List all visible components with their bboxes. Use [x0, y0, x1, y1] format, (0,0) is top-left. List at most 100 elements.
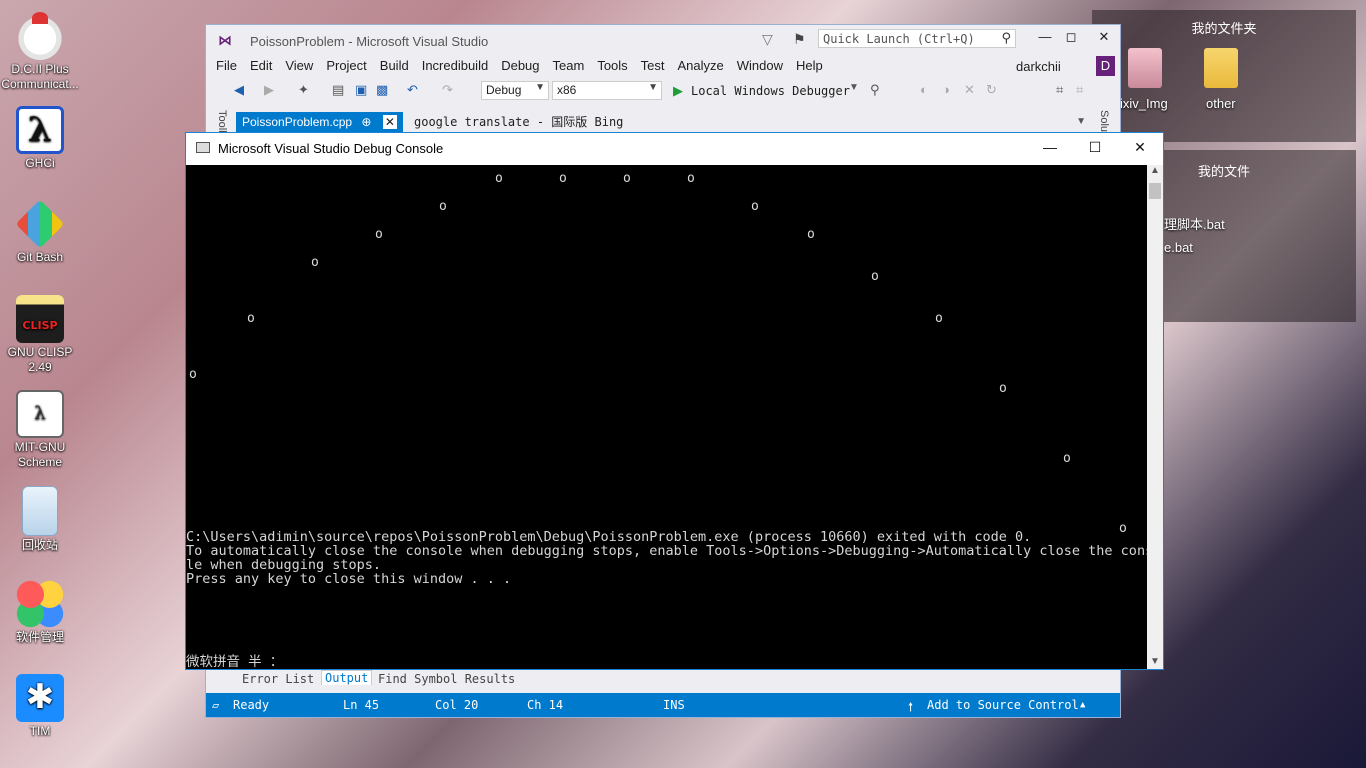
menu-team[interactable]: Team	[553, 58, 585, 73]
save-icon[interactable]: ▣	[355, 82, 367, 98]
status-ready: Ready	[233, 698, 270, 712]
menu-test[interactable]: Test	[641, 58, 665, 73]
folder-label: other	[1206, 96, 1236, 111]
console-plot-point: o	[1063, 451, 1071, 466]
menu-debug[interactable]: Debug	[501, 58, 539, 73]
tab-output[interactable]: Output	[321, 670, 373, 685]
console-plot-point: o	[189, 367, 197, 382]
add-to-source-control-button[interactable]: Add to Source Control	[927, 698, 1079, 712]
menu-help[interactable]: Help	[796, 58, 823, 73]
debug-console-window: Microsoft Visual Studio Debug Console — …	[185, 132, 1164, 670]
step-forward-icon[interactable]: ◑	[942, 82, 950, 97]
vs-window-title: PoissonProblem - Microsoft Visual Studio	[250, 34, 489, 49]
desktop-icon-git-bash[interactable]: Git Bash	[0, 199, 80, 265]
search-icon: ⚲	[1001, 30, 1011, 45]
menu-build[interactable]: Build	[380, 58, 409, 73]
close-icon[interactable]: ✕	[382, 115, 397, 129]
desktop-icon-ghci[interactable]: λ GHCi	[0, 106, 80, 171]
tab-find-symbol-results[interactable]: Find Symbol Results	[378, 672, 515, 686]
scroll-down-icon[interactable]: ▼	[1150, 656, 1160, 667]
account-avatar[interactable]: D	[1096, 56, 1115, 76]
console-output[interactable]: C:\Users\adimin\source\repos\PoissonProb…	[186, 165, 1147, 669]
start-debugging-button[interactable]: Local Windows Debugger	[691, 84, 850, 98]
desktop-icon-label: MIT-GNU Scheme	[14, 440, 66, 469]
menu-window[interactable]: Window	[737, 58, 783, 73]
platform-select[interactable]: x86 ▼	[552, 81, 662, 100]
maximize-button[interactable]: ◻	[1059, 29, 1083, 45]
notification-filter-icon[interactable]: ▽	[762, 31, 773, 48]
console-window-title: Microsoft Visual Studio Debug Console	[218, 141, 444, 156]
menu-edit[interactable]: Edit	[250, 58, 272, 73]
menu-file[interactable]: File	[216, 58, 237, 73]
image-folder-icon[interactable]	[1128, 48, 1162, 88]
console-plot-point: o	[247, 311, 255, 326]
quick-launch-placeholder: Quick Launch (Ctrl+Q)	[823, 32, 975, 46]
quick-launch-input[interactable]: Quick Launch (Ctrl+Q) ⚲	[818, 29, 1016, 48]
desktop-icon-dc[interactable]: D.C.II Plus Communicat...	[0, 12, 80, 92]
scrollbar-thumb[interactable]	[1149, 183, 1161, 199]
status-bar: ▱ Ready Ln 45 Col 20 Ch 14 INS 🠕 Add to …	[206, 693, 1120, 717]
console-plot-point: o	[311, 255, 319, 270]
console-plot-point: o	[807, 227, 815, 242]
desktop-icon-label: D.C.II Plus Communicat...	[1, 62, 79, 91]
minimize-button[interactable]: —	[1035, 139, 1065, 155]
menu-project[interactable]: Project	[326, 58, 366, 73]
chevron-down-icon: ▼	[648, 82, 658, 93]
desktop-icon-clisp[interactable]: GNU CLISP 2.49	[0, 295, 80, 375]
console-plot-point: o	[935, 311, 943, 326]
uncomment-icon[interactable]: ⌗	[1076, 82, 1083, 98]
restart-icon[interactable]: ↻	[986, 82, 997, 98]
desktop-icon-software-manager[interactable]: 软件管理	[0, 580, 80, 645]
console-scrollbar[interactable]: ▲ ▼	[1147, 165, 1163, 669]
status-insert-mode: INS	[663, 698, 685, 712]
status-char: Ch 14	[527, 698, 564, 712]
pin-icon[interactable]: ⊕	[361, 115, 371, 129]
stop-icon[interactable]: ✕	[964, 82, 975, 98]
desktop-icon-recycle-bin[interactable]: 回收站	[0, 486, 80, 553]
vs-title-bar[interactable]: ⋈ PoissonProblem - Microsoft Visual Stud…	[206, 25, 1120, 55]
desktop-icon-mit-scheme[interactable]: λ MIT-GNU Scheme	[0, 390, 80, 470]
tab-poissonproblem-cpp[interactable]: PoissonProblem.cpp ⊕ ✕	[236, 112, 403, 132]
browse-icon[interactable]: ⚲	[870, 82, 880, 98]
platform-value: x86	[557, 83, 577, 97]
console-plot-point: o	[999, 381, 1007, 396]
folder-label: ixiv_Img	[1120, 96, 1168, 111]
close-button[interactable]: ✕	[1125, 139, 1155, 156]
menu-tools[interactable]: Tools	[597, 58, 627, 73]
menu-view[interactable]: View	[285, 58, 313, 73]
folder-icon[interactable]	[1204, 48, 1238, 88]
forward-icon[interactable]: ▶	[264, 82, 274, 98]
console-plot-point: o	[1119, 521, 1127, 536]
comment-icon[interactable]: ⌗	[1056, 82, 1063, 98]
scroll-up-icon[interactable]: ▲	[1150, 165, 1160, 176]
dc-app-icon	[16, 12, 64, 60]
redo-icon[interactable]: ↷	[442, 82, 453, 98]
back-icon[interactable]: ◀	[234, 82, 244, 98]
console-plot-point: o	[871, 269, 879, 284]
feedback-icon[interactable]: ⚑	[793, 31, 806, 48]
chevron-down-icon[interactable]: ▼	[849, 82, 859, 93]
open-file-icon[interactable]: ▤	[332, 82, 344, 98]
step-back-icon[interactable]: ◐	[920, 82, 928, 97]
minimize-button[interactable]: —	[1033, 29, 1057, 44]
save-all-icon[interactable]: ▩	[376, 82, 388, 98]
maximize-button[interactable]: ☐	[1080, 139, 1110, 156]
account-name[interactable]: darkchii	[1016, 59, 1061, 74]
console-title-bar[interactable]: Microsoft Visual Studio Debug Console — …	[186, 133, 1163, 164]
file-item[interactable]: e.bat	[1164, 240, 1193, 255]
tab-overflow-chevron-icon[interactable]: ▼	[1076, 116, 1086, 127]
desktop-icon-tim[interactable]: ✱ TIM	[0, 674, 80, 739]
solution-configuration-select[interactable]: Debug ▼	[481, 81, 549, 100]
software-manager-icon	[16, 580, 64, 628]
menu-incredibuild[interactable]: Incredibuild	[422, 58, 489, 73]
tab-error-list[interactable]: Error List	[242, 672, 314, 686]
menu-analyze[interactable]: Analyze	[678, 58, 724, 73]
start-debugging-icon[interactable]: ▶	[673, 83, 683, 99]
file-item[interactable]: 理脚本.bat	[1164, 214, 1225, 233]
undo-icon[interactable]: ↶	[407, 82, 418, 98]
desktop-icon-label: TIM	[29, 724, 51, 738]
chevron-up-icon[interactable]: ▲	[1080, 700, 1085, 710]
close-button[interactable]: ✕	[1092, 29, 1116, 45]
new-project-icon[interactable]: ✦	[298, 82, 309, 98]
tab-google-translate[interactable]: google translate - 国际版 Bing	[414, 112, 623, 132]
